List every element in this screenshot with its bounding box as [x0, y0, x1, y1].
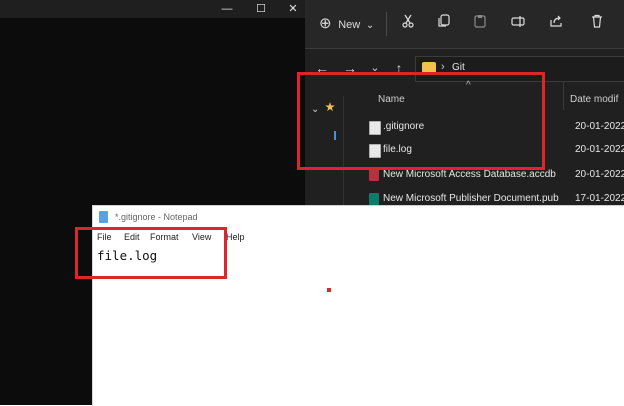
new-button[interactable]: ⊕ New ⌄ — [319, 14, 379, 34]
menu-help[interactable]: Help — [226, 232, 245, 242]
notepad-title: *.gitignore - Notepad — [115, 212, 198, 222]
explorer-toolbar: ⊕ New ⌄ — [305, 0, 624, 49]
paste-icon[interactable] — [469, 14, 491, 34]
scissors-icon[interactable] — [397, 14, 419, 34]
new-label: New — [338, 19, 361, 31]
rename-icon[interactable] — [507, 14, 529, 34]
minimize-button[interactable]: — — [210, 0, 244, 18]
notepad-icon — [99, 211, 108, 223]
file-date: 20-01-2022 — [575, 121, 624, 132]
toolbar-divider — [386, 12, 387, 36]
copy-icon[interactable] — [433, 14, 455, 34]
explorer-highlight-box — [297, 72, 545, 170]
console-titlebar: — ☐ ✕ — [0, 0, 305, 18]
red-dot-marker — [327, 288, 331, 292]
publisher-icon — [369, 193, 379, 205]
column-date-header[interactable]: Date modif — [570, 94, 618, 105]
notepad-highlight-box — [75, 227, 227, 279]
maximize-button[interactable]: ☐ — [244, 0, 278, 18]
plus-circle-icon: ⊕ — [319, 15, 332, 32]
column-divider[interactable] — [563, 82, 564, 110]
file-date: 20-01-2022 — [575, 144, 624, 155]
delete-icon[interactable] — [586, 14, 608, 34]
share-icon[interactable] — [545, 14, 567, 34]
access-icon — [369, 169, 379, 181]
notepad-titlebar: *.gitignore - Notepad — [93, 206, 624, 228]
file-date: 20-01-2022 — [575, 169, 624, 180]
chevron-down-icon: ⌄ — [365, 20, 375, 31]
